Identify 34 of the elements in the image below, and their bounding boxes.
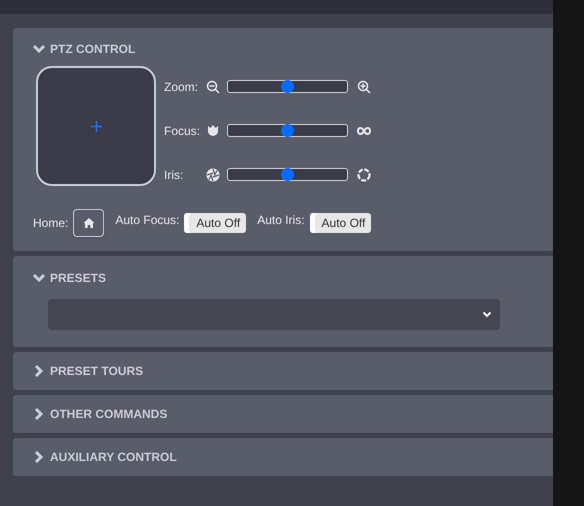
toggle-label: Auto Iris: <box>257 212 305 229</box>
auto-toggle[interactable]: Auto Off <box>310 213 372 233</box>
flower-icon[interactable] <box>207 124 219 137</box>
slider-track[interactable] <box>227 80 348 93</box>
home-label: Home: <box>33 215 68 232</box>
zoom-out-icon[interactable] <box>206 80 220 94</box>
slider-label: Zoom: <box>164 78 200 96</box>
zoom-in-icon[interactable] <box>357 80 371 94</box>
section-header[interactable]: PRESET TOURS <box>13 352 553 390</box>
section-header[interactable]: OTHER COMMANDS <box>13 395 553 433</box>
slider-label: Iris: <box>164 166 184 184</box>
chevron-down-icon <box>33 44 45 54</box>
slider-thumb[interactable] <box>281 124 294 136</box>
chevron-right-icon <box>34 451 44 463</box>
ptz-pad[interactable] <box>36 66 156 186</box>
home-button[interactable] <box>73 209 104 237</box>
section-header[interactable]: AUXILIARY CONTROL <box>13 438 553 476</box>
toggle-label: Auto Focus: <box>115 212 180 229</box>
slider-track[interactable] <box>227 124 348 137</box>
infinity-icon[interactable] <box>357 126 371 136</box>
section-header[interactable]: PRESETS <box>13 256 553 299</box>
auto-toggle[interactable]: Auto Off <box>184 213 246 233</box>
slider-thumb[interactable] <box>281 168 294 180</box>
chevron-right-icon <box>34 408 44 420</box>
section-header[interactable]: PTZ CONTROL <box>13 32 553 66</box>
aperture-icon[interactable] <box>206 168 220 182</box>
slider-track[interactable] <box>227 168 348 181</box>
chevron-down-icon <box>33 272 45 282</box>
home-icon <box>82 217 95 229</box>
slider-thumb[interactable] <box>281 80 294 92</box>
chevron-right-icon <box>34 365 44 377</box>
slider-label: Focus: <box>164 122 202 140</box>
chevron-down-icon <box>482 311 492 318</box>
crosshair-icon <box>90 120 102 132</box>
